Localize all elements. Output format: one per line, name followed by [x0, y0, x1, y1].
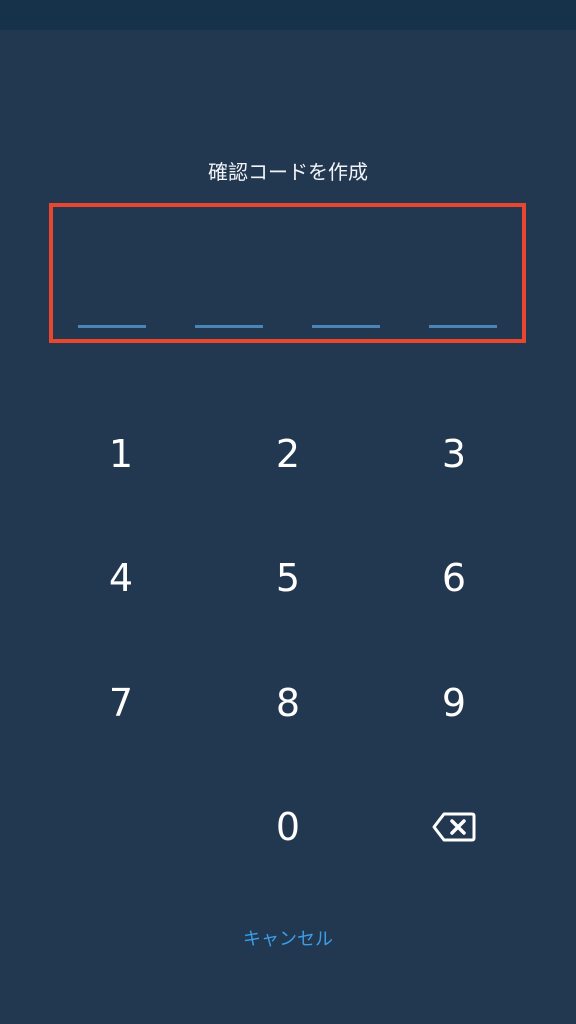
code-slot-3 [312, 325, 380, 328]
key-1[interactable]: 1 [56, 409, 186, 499]
key-3[interactable]: 3 [389, 409, 519, 499]
page-title: 確認コードを作成 [208, 160, 368, 184]
key-5[interactable]: 5 [223, 533, 353, 623]
key-0[interactable]: 0 [223, 782, 353, 872]
key-7[interactable]: 7 [56, 658, 186, 748]
code-slot-2 [195, 325, 263, 328]
code-slot-4 [429, 325, 497, 328]
cancel-button[interactable]: キャンセル [188, 922, 388, 958]
key-9[interactable]: 9 [389, 658, 519, 748]
key-2[interactable]: 2 [223, 409, 353, 499]
code-input-box[interactable] [49, 203, 526, 343]
key-8[interactable]: 8 [223, 658, 353, 748]
backspace-icon [432, 812, 476, 842]
code-slot-1 [78, 325, 146, 328]
status-bar [0, 0, 576, 30]
key-6[interactable]: 6 [389, 533, 519, 623]
backspace-button[interactable] [389, 782, 519, 872]
key-4[interactable]: 4 [56, 533, 186, 623]
